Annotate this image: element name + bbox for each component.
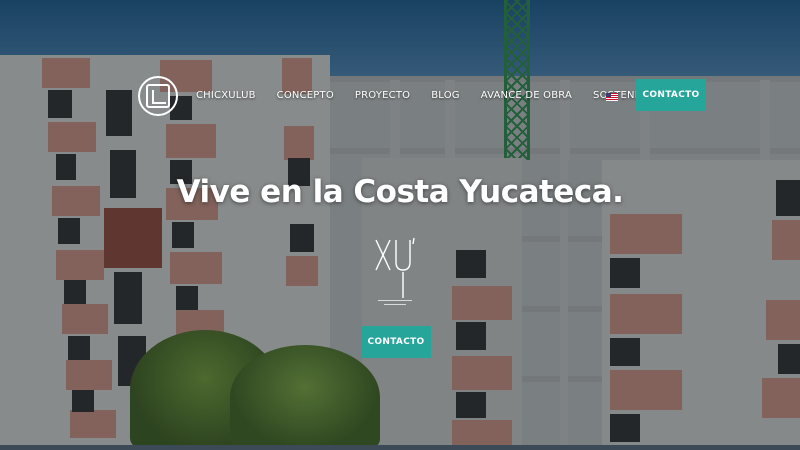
nav-item-chicxulub[interactable]: CHICXULUB: [196, 90, 256, 101]
main-navigation: CHICXULUB CONCEPTO PROYECTO BLOG AVANCE …: [196, 90, 701, 101]
nav-item-concepto[interactable]: CONCEPTO: [277, 90, 334, 101]
us-flag-icon[interactable]: [606, 93, 618, 101]
nav-item-blog[interactable]: BLOG: [431, 90, 460, 101]
nav-item-avance-de-obra[interactable]: AVANCE DE OBRA: [481, 90, 572, 101]
site-logo[interactable]: [138, 76, 178, 116]
bottom-bar: [0, 445, 800, 450]
dark-overlay: [0, 0, 800, 450]
xu-brand-logo: [375, 237, 415, 305]
hero-contact-button[interactable]: CONTACTO: [361, 326, 431, 358]
logo-mark-icon: [146, 84, 170, 108]
hero-background-image: [0, 0, 800, 450]
header-contact-button[interactable]: CONTACTO: [636, 79, 706, 111]
nav-item-proyecto[interactable]: PROYECTO: [355, 90, 410, 101]
hero-headline: Vive en la Costa Yucateca.: [176, 174, 624, 210]
